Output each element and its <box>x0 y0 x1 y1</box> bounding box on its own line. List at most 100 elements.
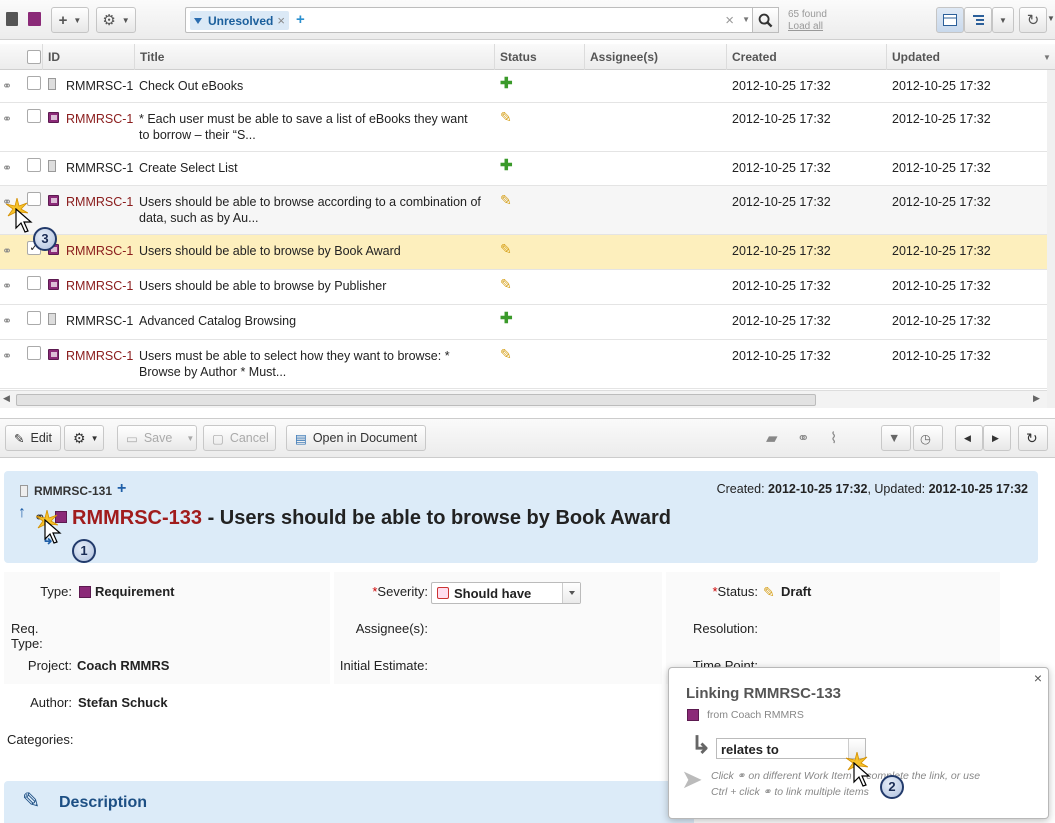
arrow-up-icon[interactable]: ↑ <box>18 504 26 522</box>
chevron-down-icon[interactable] <box>562 583 580 603</box>
link-icon[interactable]: ⚭ <box>2 78 12 94</box>
work-item-title[interactable]: Create Select List <box>139 160 495 176</box>
cancel-button[interactable]: ▢ Cancel <box>203 425 276 451</box>
create-workitem-icon[interactable] <box>6 12 18 26</box>
column-header-assignees[interactable]: Assignee(s) <box>584 44 726 70</box>
column-header-title[interactable]: Title <box>134 44 494 70</box>
filter-button[interactable]: ▼ <box>881 425 911 451</box>
status-value[interactable]: Draft <box>781 584 811 599</box>
refresh-button[interactable]: ↻ <box>1019 7 1047 33</box>
remove-filter-icon[interactable]: × <box>277 13 285 28</box>
work-item-id[interactable]: RMMRSC-1 <box>66 278 133 294</box>
table-row[interactable]: ⚭ RMMRSC-1 Users should be able to browse … <box>0 186 1047 235</box>
link-icon[interactable]: ⚭ <box>2 111 12 127</box>
status-open-icon: ✚ <box>500 75 513 92</box>
history-button[interactable]: ◷ <box>913 425 943 451</box>
row-checkbox[interactable] <box>27 109 41 123</box>
table-row[interactable]: ⚭ RMMRSC-1 Create Select List ✚ 2012-10-25 1… <box>0 152 1047 186</box>
document-icon <box>48 78 56 90</box>
table-row[interactable]: ⚭ RMMRSC-1 Check Out eBooks ✚ 2012-10-25 17:… <box>0 70 1047 103</box>
severity-select[interactable]: Should have <box>431 582 581 604</box>
refresh-detail-button[interactable]: ↻ <box>1018 425 1048 451</box>
add-child-icon[interactable]: + <box>117 480 126 498</box>
scroll-right-arrow[interactable]: ▶ <box>1033 393 1040 404</box>
column-header-id[interactable]: ID <box>42 44 134 70</box>
work-item-id[interactable]: RMMRSC-1 <box>66 160 133 176</box>
work-item-id[interactable]: RMMRSC-1 <box>66 111 133 127</box>
previous-button[interactable]: ◀ <box>955 425 983 451</box>
table-row[interactable]: ⚭ ✓ RMMRSC-1 Users should be able to browse… <box>0 235 1047 270</box>
attachment-icon[interactable]: ⌇ <box>830 429 837 447</box>
settings-button[interactable]: ⚙ ▼ <box>96 7 136 33</box>
scroll-left-arrow[interactable]: ◀ <box>3 393 10 404</box>
select-all-checkbox[interactable] <box>27 50 41 64</box>
link-icon[interactable]: ⚭ <box>2 278 12 294</box>
close-icon[interactable]: × <box>1034 670 1042 686</box>
row-checkbox[interactable] <box>27 158 41 172</box>
clear-icon[interactable]: × <box>725 12 734 29</box>
table-row[interactable]: ⚭ RMMRSC-1 Users must be able to select ho… <box>0 340 1047 389</box>
work-item-title[interactable]: Users must be able to select how they wa… <box>139 348 495 380</box>
table-row[interactable]: ⚭ RMMRSC-1 Advanced Catalog Browsing ✚ 2012-… <box>0 305 1047 340</box>
row-checkbox[interactable] <box>27 276 41 290</box>
view-options-dropdown[interactable]: ▼ <box>992 7 1014 33</box>
table-row[interactable]: ⚭ RMMRSC-1 Users should be able to browse … <box>0 270 1047 305</box>
work-item-header: RMMRSC-131 + Created: 2012-10-25 17:32, … <box>4 471 1038 563</box>
work-item-title[interactable]: * Each user must be able to save a list … <box>139 111 495 143</box>
found-count: 65 found Load all <box>788 9 827 33</box>
filter-chip-unresolved[interactable]: Unresolved × <box>190 11 289 30</box>
requirement-icon <box>48 349 59 360</box>
status-draft-icon: ✎ <box>500 192 512 208</box>
comment-icon[interactable]: ▰ <box>766 429 778 447</box>
link-icon[interactable]: ⚭ <box>2 243 12 259</box>
link-icon[interactable]: ⚭ <box>2 348 12 364</box>
work-item-id[interactable]: RMMRSC-1 <box>66 313 133 329</box>
actions-button[interactable]: ⚙ ▼ <box>64 425 104 451</box>
row-checkbox[interactable] <box>27 311 41 325</box>
chevron-down-icon[interactable]: ▼ <box>742 15 750 24</box>
work-item-id[interactable]: RMMRSC-1 <box>66 194 133 210</box>
horizontal-scrollbar[interactable]: ◀ ▶ <box>0 390 1047 408</box>
open-in-document-button[interactable]: ▤ Open in Document <box>286 425 427 451</box>
link-icon[interactable]: ⚭ <box>2 313 12 329</box>
work-item-title[interactable]: Users should be able to browse by Publis… <box>139 278 495 294</box>
search-button[interactable] <box>752 7 779 33</box>
description-section-header[interactable]: ✎ Description <box>4 781 694 823</box>
work-item-id[interactable]: RMMRSC-1 <box>66 243 133 259</box>
column-header-created[interactable]: Created <box>726 44 886 70</box>
work-item-title[interactable]: Users should be able to browse by Book A… <box>139 243 495 259</box>
chevron-down-icon[interactable]: ▼ <box>1043 53 1051 62</box>
link-icon[interactable]: ⚭ <box>2 160 12 176</box>
link-icon[interactable]: ⚭ <box>797 429 810 447</box>
table-row[interactable]: ⚭ RMMRSC-1 * Each user must be able to sav… <box>0 103 1047 152</box>
scrollbar-thumb[interactable] <box>16 394 816 406</box>
query-filter-box[interactable]: Unresolved × + × ▼ <box>185 7 755 33</box>
chevron-down-icon[interactable]: ▼ <box>1047 14 1055 23</box>
requirement-icon[interactable] <box>28 12 41 26</box>
parent-item-id[interactable]: RMMRSC-131 <box>34 484 112 498</box>
type-value[interactable]: Requirement <box>95 584 174 599</box>
edit-button[interactable]: ✎ Edit <box>5 425 62 451</box>
column-header-status[interactable]: Status <box>494 44 584 70</box>
work-item-id[interactable]: RMMRSC-1 <box>66 348 133 364</box>
save-button[interactable]: ▭ Save ▼ <box>117 425 197 451</box>
table-view-button[interactable] <box>936 7 964 33</box>
work-item-title[interactable]: Advanced Catalog Browsing <box>139 313 495 329</box>
work-item-id[interactable]: RMMRSC-1 <box>66 78 133 94</box>
row-checkbox[interactable] <box>27 76 41 90</box>
tree-view-button[interactable] <box>964 7 992 33</box>
project-value[interactable]: Coach RMMRS <box>77 658 169 673</box>
work-item-title[interactable]: Check Out eBooks <box>139 78 495 94</box>
load-all-link[interactable]: Load all <box>788 21 827 33</box>
link-role-select[interactable]: relates to <box>716 738 866 759</box>
add-button[interactable]: + ▼ <box>51 7 89 33</box>
row-checkbox[interactable] <box>27 192 41 206</box>
author-value[interactable]: Stefan Schuck <box>78 695 168 710</box>
row-checkbox[interactable] <box>27 346 41 360</box>
add-filter-icon[interactable]: + <box>296 11 305 28</box>
work-item-title[interactable]: Users should be able to browse according… <box>139 194 495 226</box>
vertical-scrollbar[interactable] <box>1047 70 1055 408</box>
column-header-updated[interactable]: Updated <box>886 44 1055 70</box>
chevron-down-icon <box>194 17 202 24</box>
next-button[interactable]: ▶ <box>983 425 1011 451</box>
